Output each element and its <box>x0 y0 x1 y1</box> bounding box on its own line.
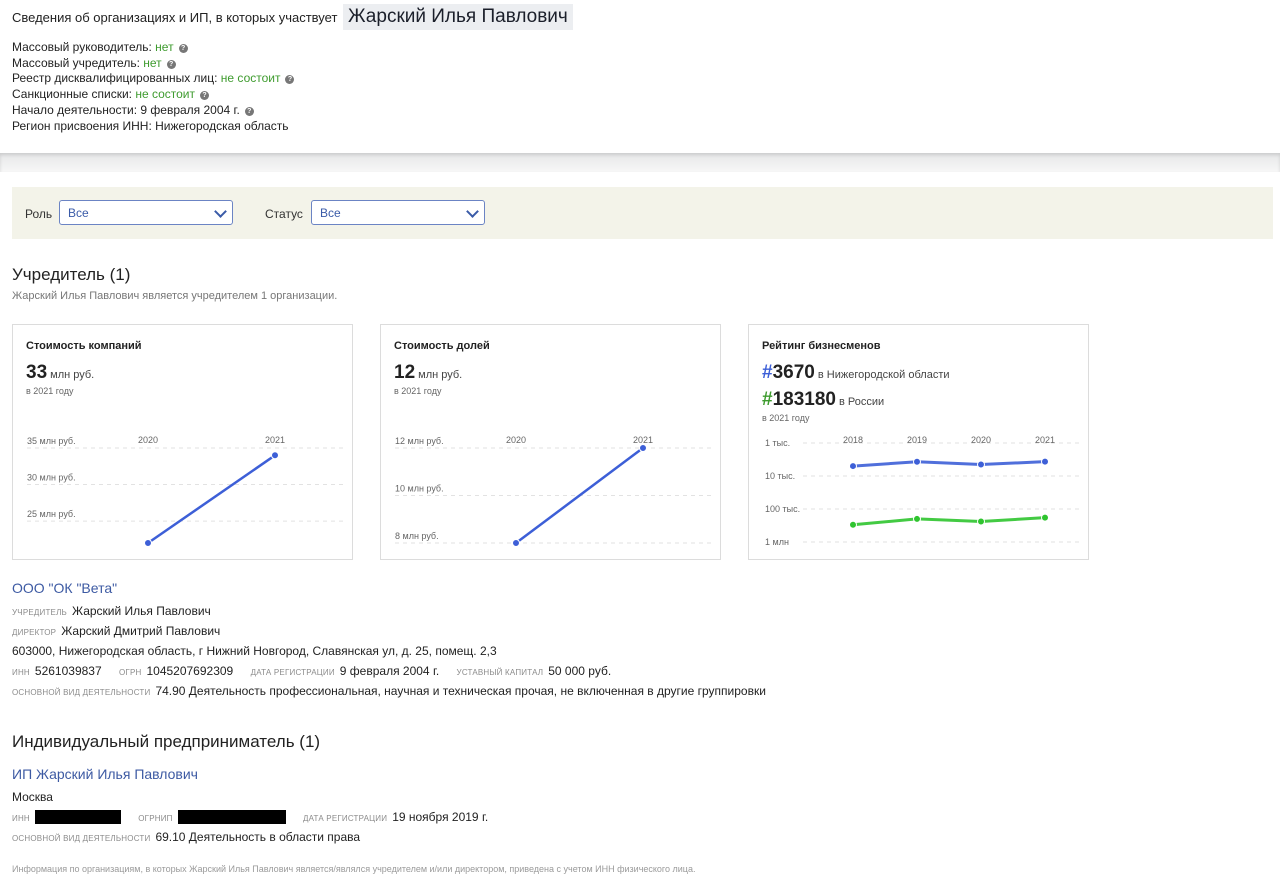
shares-value-chart: 12 млн руб. 10 млн руб. 8 млн руб. 2020 2021 <box>395 435 711 547</box>
founder-section-subtitle: Жарский Илья Павлович является учредител… <box>12 290 338 302</box>
data-point <box>977 460 985 469</box>
status-select[interactable]: Все <box>311 200 485 225</box>
organization-director: директор Жарский Дмитрий Павлович <box>12 624 221 638</box>
entrepreneur-city: Москва <box>12 790 53 804</box>
fact-row: Санкционные списки: не состоит? <box>12 87 294 103</box>
y-tick-label: 35 млн руб. <box>27 436 76 446</box>
redacted-ogrnip <box>177 810 286 824</box>
fact-row: Начало деятельности: 9 февраля 2004 г.? <box>12 103 294 119</box>
founder-section-title: Учредитель (1) <box>12 265 131 284</box>
fact-row: Реестр дисквалифицированных лиц: не сост… <box>12 71 295 87</box>
person-name: Жарский Илья Павлович <box>343 4 573 30</box>
series-line <box>852 460 1046 468</box>
x-tick-label: 2021 <box>633 435 653 445</box>
page-title-prefix: Сведения об организациях и ИП, в которых… <box>12 10 338 25</box>
business-rating-card: Рейтинг бизнесменов #3670 в Нижегородской… <box>748 324 1089 560</box>
person-facts: Массовый руководитель: нет? Массовый учре… <box>12 40 295 134</box>
role-select[interactable]: Все <box>59 200 233 225</box>
data-point <box>1041 513 1049 522</box>
organization-registry: инн 5261039837 огрн 1045207692309 дата рег… <box>12 664 612 678</box>
x-tick-label: 2020 <box>138 435 158 445</box>
data-point <box>977 517 985 526</box>
entrepreneur-activity: основной вид деятельности 69.10 Деятельно… <box>12 830 361 844</box>
organization-address: 603000, Нижегородская область, г Нижний … <box>12 644 497 658</box>
data-point <box>913 514 921 523</box>
data-point <box>1041 457 1049 466</box>
x-tick-label: 2019 <box>907 435 927 445</box>
shares-value-card: Стоимость долей 12 млн руб. в 2021 году 1… <box>380 324 721 560</box>
series-line <box>852 516 1046 527</box>
company-value-chart: 35 млн руб. 30 млн руб. 25 млн руб. 2020 202… <box>27 435 343 547</box>
card-year-note: в 2021 году <box>394 386 442 396</box>
fact-row: Массовый руководитель: нет? <box>12 40 294 56</box>
footnote: Информация по организациям, в которых Жа… <box>12 864 696 874</box>
x-tick-label: 2021 <box>1035 435 1055 445</box>
data-point <box>849 462 857 471</box>
chevron-down-icon <box>466 205 479 218</box>
country-rank: #183180 в России <box>762 389 885 410</box>
filter-bar: Роль Все Статус Все <box>12 187 1273 239</box>
help-icon[interactable]: ? <box>244 106 254 116</box>
fact-row: Регион присвоения ИНН: Нижегородская обл… <box>12 118 289 133</box>
help-icon[interactable]: ? <box>178 44 188 53</box>
series-line <box>147 454 276 545</box>
status-filter-label: Статус <box>265 207 303 221</box>
x-tick-label: 2021 <box>265 435 285 445</box>
data-point <box>639 444 647 452</box>
company-value-card: Стоимость компаний 33 млн руб. в 2021 год… <box>12 324 353 560</box>
y-tick-label: 10 млн руб. <box>395 484 444 494</box>
y-tick-label: 30 млн руб. <box>27 473 76 483</box>
data-point <box>913 457 921 466</box>
help-icon[interactable]: ? <box>285 75 295 85</box>
y-tick-label: 1 тыс. <box>765 438 790 448</box>
entrepreneur-section-title: Индивидуальный предприниматель (1) <box>12 732 321 751</box>
card-title: Рейтинг бизнесменов <box>762 340 881 352</box>
data-point <box>271 451 279 460</box>
data-point <box>849 520 857 529</box>
page-title: Сведения об организациях и ИП, в которых… <box>12 4 573 30</box>
fact-row: Массовый учредитель: нет? <box>12 56 294 72</box>
x-tick-label: 2020 <box>971 435 991 445</box>
role-select-value: Все <box>68 206 89 220</box>
entrepreneur-registry: инн огрнип дата регистрации 19 ноября 201… <box>12 810 489 824</box>
y-tick-label: 10 тыс. <box>765 471 795 481</box>
help-icon[interactable]: ? <box>200 91 210 101</box>
help-icon[interactable]: ? <box>166 59 176 69</box>
card-year-note: в 2021 году <box>26 386 74 396</box>
x-tick-label: 2018 <box>843 435 863 445</box>
rating-chart: 1 тыс. 10 тыс. 100 тыс. 1 млн 2018 2019 2020 20… <box>765 435 1079 547</box>
role-filter-label: Роль <box>25 207 53 221</box>
section-divider <box>0 153 1280 172</box>
card-value: 33 млн руб. <box>26 362 95 383</box>
entrepreneur-link[interactable]: ИП Жарский Илья Павлович <box>12 766 198 782</box>
y-tick-label: 8 млн руб. <box>395 531 439 541</box>
card-title: Стоимость долей <box>394 340 490 352</box>
data-point <box>144 539 152 547</box>
card-year-note: в 2021 году <box>762 413 810 423</box>
y-tick-label: 12 млн руб. <box>395 436 444 446</box>
chevron-down-icon <box>214 205 227 218</box>
organization-founder: учредитель Жарский Илья Павлович <box>12 604 211 618</box>
organization-activity: основной вид деятельности 74.90 Деятельно… <box>12 684 766 698</box>
region-rank: #3670 в Нижегородской области <box>762 362 950 383</box>
y-tick-label: 100 тыс. <box>765 504 800 514</box>
status-select-value: Все <box>320 206 341 220</box>
organization-link[interactable]: ООО "ОК "Вета" <box>12 580 117 596</box>
card-value: 12 млн руб. <box>394 362 463 383</box>
redacted-inn <box>34 810 121 824</box>
y-tick-label: 25 млн руб. <box>27 509 76 519</box>
data-point <box>512 539 520 547</box>
y-tick-label: 1 млн <box>765 537 789 547</box>
x-tick-label: 2020 <box>506 435 526 445</box>
series-line <box>515 446 644 545</box>
card-title: Стоимость компаний <box>26 340 142 352</box>
